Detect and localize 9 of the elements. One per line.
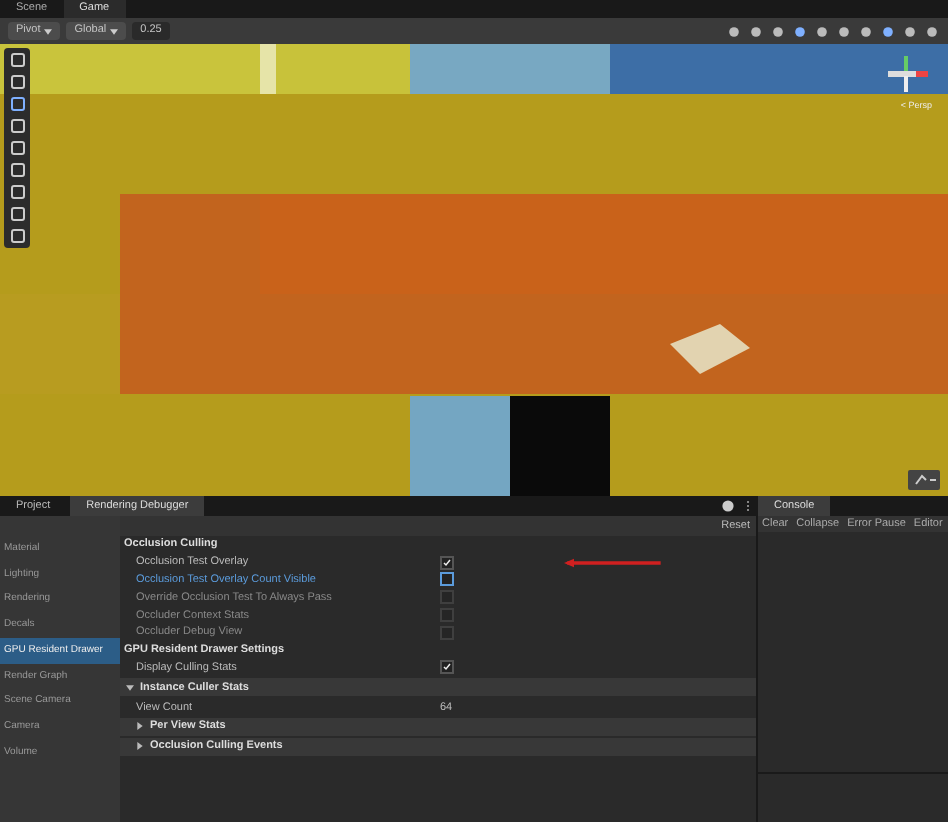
caret-icon (110, 27, 119, 35)
caret-icon (126, 683, 134, 692)
caret-icon (44, 27, 53, 35)
checkbox[interactable] (440, 555, 454, 570)
caret-icon (136, 722, 144, 731)
caret-icon (136, 742, 144, 751)
camera-options-icon[interactable] (908, 470, 940, 490)
checkbox[interactable] (440, 572, 454, 587)
checkbox[interactable] (440, 660, 454, 675)
